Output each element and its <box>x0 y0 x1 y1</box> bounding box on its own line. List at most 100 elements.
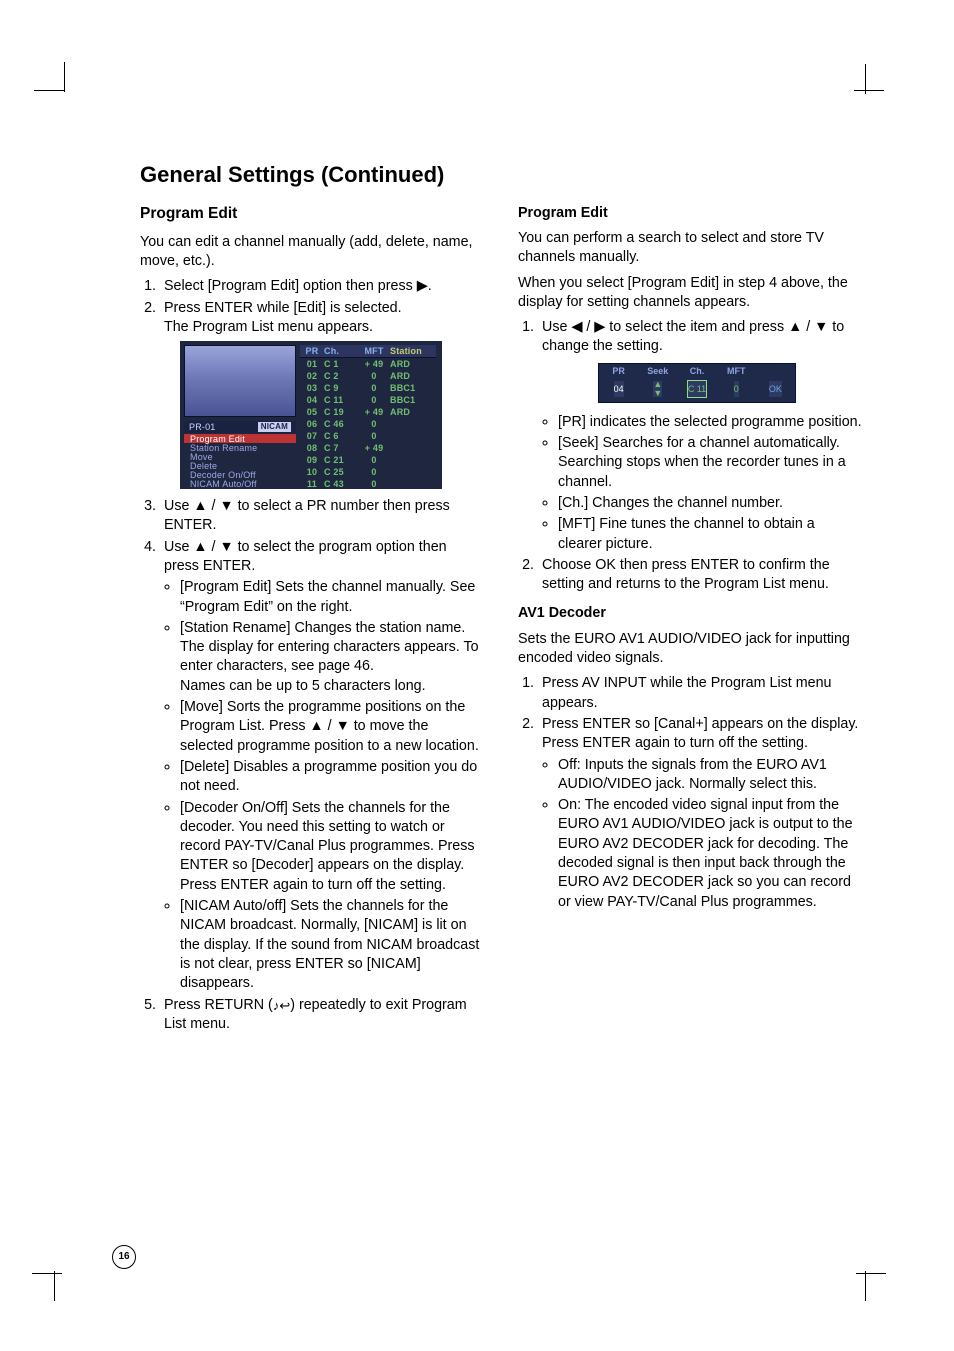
program-list-figure: PR-01 NICAM Program Edit Station Rename … <box>180 341 442 489</box>
cell-seek: ▲▼ <box>653 381 662 397</box>
col-mft: MFT <box>717 365 756 377</box>
cell-mft: 0 <box>358 466 390 478</box>
step: Press AV INPUT while the Program List me… <box>538 674 862 713</box>
cell-station: BBC1 <box>390 394 436 406</box>
sub-heading: AV1 Decoder <box>518 604 862 623</box>
cell-mft: + 49 <box>358 406 390 418</box>
step-text: Use ▲ / ▼ to select a PR number then pre… <box>164 498 450 533</box>
figure-table-row: 06C 460 <box>300 418 436 430</box>
cell-pr: 04 <box>614 381 624 397</box>
bullet-text: Names can be up to 5 characters long. <box>180 678 426 694</box>
col-ch: Ch. <box>324 345 358 357</box>
figure-pr-label: PR-01 <box>189 421 216 433</box>
bullet: [MFT] Fine tunes the channel to obtain a… <box>558 515 862 554</box>
cell-ch: C 19 <box>324 406 358 418</box>
figure-table-row: 11C 430 <box>300 478 436 490</box>
cell-mft: 0 <box>358 454 390 466</box>
cell-mft: 0 <box>358 394 390 406</box>
step: Use ▲ / ▼ to select a PR number then pre… <box>160 497 484 536</box>
col-pr: PR <box>599 365 638 377</box>
body-text: You can perform a search to select and s… <box>518 229 862 268</box>
cell-station: ARD <box>390 370 436 382</box>
figure-table: PR Ch. MFT Station 01C 1+ 49ARD02C 20ARD… <box>300 341 442 489</box>
figure-table-row: 10C 250 <box>300 466 436 478</box>
cell-pr: 08 <box>300 442 324 454</box>
crop-mark <box>64 62 65 92</box>
page-title: General Settings (Continued) <box>140 160 862 190</box>
cell-pr: 09 <box>300 454 324 466</box>
bullet: Off: Inputs the signals from the EURO AV… <box>558 756 862 795</box>
cell-ch: C 21 <box>324 454 358 466</box>
return-icon: ♪↩ <box>273 997 290 1015</box>
seek-figure-head: PR Seek Ch. MFT <box>599 364 795 378</box>
cell-pr: 05 <box>300 406 324 418</box>
bullet-text: [Station Rename] Changes the station nam… <box>180 620 479 675</box>
cell-ch: C 2 <box>324 370 358 382</box>
page-content: General Settings (Continued) Program Edi… <box>140 160 862 1036</box>
cell-station: BBC1 <box>390 382 436 394</box>
body-text: Sets the EURO AV1 AUDIO/VIDEO jack for i… <box>518 630 862 669</box>
figure-table-row: 03C 90BBC1 <box>300 382 436 394</box>
figure-table-row: 07C 60 <box>300 430 436 442</box>
crop-mark <box>865 64 866 94</box>
bullet: [Station Rename] Changes the station nam… <box>180 619 484 696</box>
col-mft: MFT <box>358 345 390 357</box>
figure-table-row: 01C 1+ 49ARD <box>300 358 436 370</box>
cell-ch: C 11 <box>324 394 358 406</box>
cell-ch: C 43 <box>324 478 358 490</box>
cell-pr: 11 <box>300 478 324 490</box>
figure-left-pane: PR-01 NICAM Program Edit Station Rename … <box>180 341 300 489</box>
figure-menu: Program Edit Station Rename Move Delete … <box>184 434 296 489</box>
cell-station: ARD <box>390 406 436 418</box>
cell-mft: 0 <box>358 430 390 442</box>
col-station: Station <box>390 345 436 357</box>
figure-menu-item: NICAM Auto/Off <box>184 480 296 489</box>
cell-mft: 0 <box>358 478 390 490</box>
bullet: [Ch.] Changes the channel number. <box>558 494 862 513</box>
cell-pr: 03 <box>300 382 324 394</box>
cell-pr: 06 <box>300 418 324 430</box>
figure-preview <box>184 345 296 417</box>
cell-ch: C 1 <box>324 358 358 370</box>
crop-mark <box>54 1271 55 1301</box>
cell-pr: 07 <box>300 430 324 442</box>
cell-pr: 01 <box>300 358 324 370</box>
step: Press ENTER while [Edit] is selected. Th… <box>160 299 484 490</box>
cell-ch: C 11 <box>687 380 707 398</box>
col-seek: Seek <box>638 365 677 377</box>
col-ch: Ch. <box>677 365 716 377</box>
figure-table-row: 02C 20ARD <box>300 370 436 382</box>
cell-mft: 0 <box>358 370 390 382</box>
figure-table-row: 08C 7+ 49 <box>300 442 436 454</box>
cell-ok: OK <box>769 381 782 397</box>
intro-text: You can edit a channel manually (add, de… <box>140 233 484 272</box>
body-text: When you select [Program Edit] in step 4… <box>518 274 862 313</box>
step-text: The Program List menu appears. <box>164 319 373 335</box>
figure-table-row: 04C 110BBC1 <box>300 394 436 406</box>
step: Use ▲ / ▼ to select the program option t… <box>160 538 484 994</box>
page-number: 16 <box>112 1245 136 1269</box>
bullet: [Program Edit] Sets the channel manually… <box>180 578 484 617</box>
step: Press RETURN (♪↩) repeatedly to exit Pro… <box>160 996 484 1035</box>
cell-mft: 0 <box>358 418 390 430</box>
crop-mark <box>856 1273 886 1274</box>
section-heading: Program Edit <box>140 204 484 225</box>
cell-mft: + 49 <box>358 358 390 370</box>
cell-ch: C 9 <box>324 382 358 394</box>
cell-mft: 0 <box>734 381 739 397</box>
step-text: Press ENTER so [Canal+] appears on the d… <box>542 716 858 751</box>
cell-ch: C 46 <box>324 418 358 430</box>
figure-table-body: 01C 1+ 49ARD02C 20ARD03C 90BBC104C 110BB… <box>300 358 436 490</box>
cell-mft: + 49 <box>358 442 390 454</box>
cell-pr: 02 <box>300 370 324 382</box>
crop-mark <box>34 90 64 91</box>
bullet: [Seek] Searches for a channel automatica… <box>558 434 862 492</box>
step: Press ENTER so [Canal+] appears on the d… <box>538 715 862 912</box>
figure-table-row: 09C 210 <box>300 454 436 466</box>
seek-figure-row: 04 ▲▼ C 11 0 OK <box>599 378 795 400</box>
figure-table-head: PR Ch. MFT Station <box>300 345 436 358</box>
right-column: Program Edit You can perform a search to… <box>518 204 862 1036</box>
step-text: Select [Program Edit] option then press … <box>164 278 432 294</box>
cell-station: ARD <box>390 358 436 370</box>
step-text: Press RETURN ( <box>164 997 273 1013</box>
